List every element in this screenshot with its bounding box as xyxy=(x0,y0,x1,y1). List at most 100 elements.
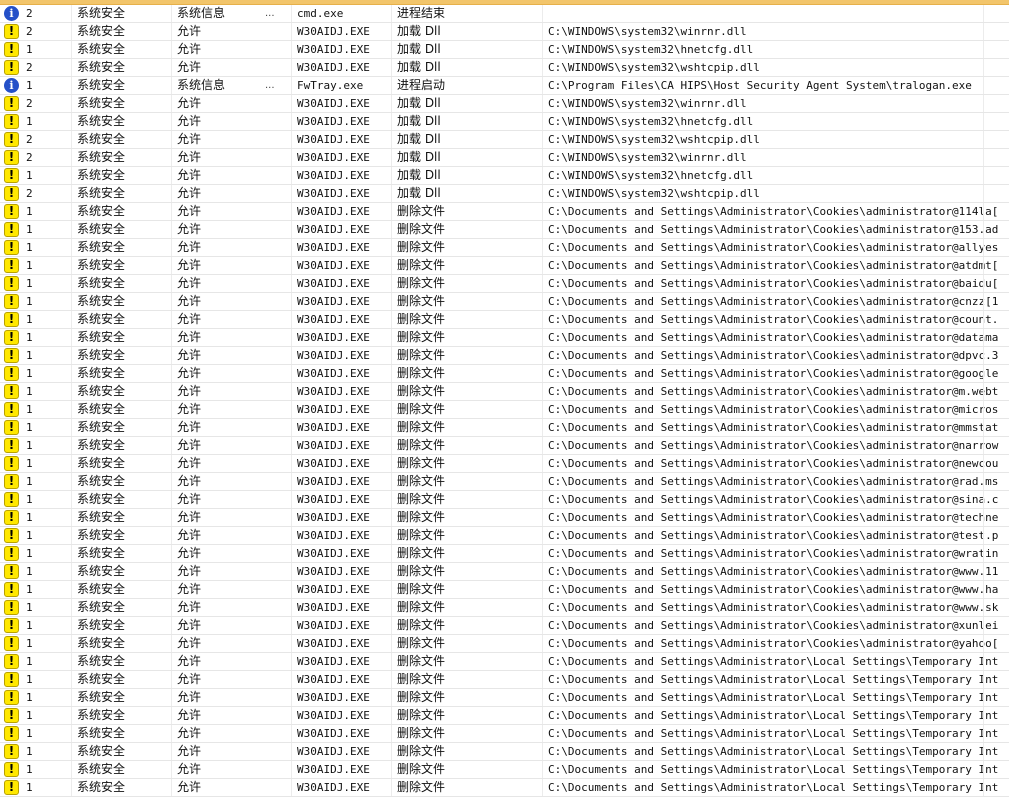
table-row[interactable]: ! 1 系统安全 允许 W30AIDJ.EXE 加载 Dll C:\WINDOW… xyxy=(0,113,1009,131)
column-divider[interactable] xyxy=(171,743,172,760)
column-divider[interactable] xyxy=(171,617,172,634)
column-divider[interactable] xyxy=(291,455,292,472)
table-row[interactable]: ! 1 系统安全 允许 W30AIDJ.EXE 删除文件 C:\Document… xyxy=(0,581,1009,599)
table-row[interactable]: ! 1 系统安全 允许 W30AIDJ.EXE 删除文件 C:\Document… xyxy=(0,347,1009,365)
table-row[interactable]: ! 1 系统安全 允许 W30AIDJ.EXE 删除文件 C:\Document… xyxy=(0,599,1009,617)
column-divider[interactable] xyxy=(542,437,543,454)
column-divider[interactable] xyxy=(391,527,392,544)
column-divider[interactable] xyxy=(71,185,72,202)
table-row[interactable]: ! 1 系统安全 允许 W30AIDJ.EXE 删除文件 C:\Document… xyxy=(0,689,1009,707)
column-divider[interactable] xyxy=(71,347,72,364)
column-divider[interactable] xyxy=(291,5,292,22)
column-divider[interactable] xyxy=(542,5,543,22)
column-divider[interactable] xyxy=(391,401,392,418)
column-divider[interactable] xyxy=(71,725,72,742)
column-divider[interactable] xyxy=(171,311,172,328)
column-divider[interactable] xyxy=(542,563,543,580)
column-divider[interactable] xyxy=(542,383,543,400)
column-divider[interactable] xyxy=(983,77,984,94)
column-divider[interactable] xyxy=(391,59,392,76)
column-divider[interactable] xyxy=(391,509,392,526)
table-row[interactable]: ! 1 系统安全 允许 W30AIDJ.EXE 删除文件 C:\Document… xyxy=(0,311,1009,329)
column-divider[interactable] xyxy=(171,185,172,202)
column-divider[interactable] xyxy=(171,257,172,274)
column-divider[interactable] xyxy=(983,131,984,148)
column-divider[interactable] xyxy=(542,509,543,526)
column-divider[interactable] xyxy=(171,599,172,616)
column-divider[interactable] xyxy=(391,707,392,724)
column-divider[interactable] xyxy=(171,455,172,472)
table-row[interactable]: ! 1 系统安全 允许 W30AIDJ.EXE 删除文件 C:\Document… xyxy=(0,401,1009,419)
column-divider[interactable] xyxy=(542,311,543,328)
column-divider[interactable] xyxy=(542,95,543,112)
column-divider[interactable] xyxy=(291,167,292,184)
column-divider[interactable] xyxy=(291,293,292,310)
table-row[interactable]: ! 1 系统安全 允许 W30AIDJ.EXE 删除文件 C:\Document… xyxy=(0,527,1009,545)
column-divider[interactable] xyxy=(291,221,292,238)
column-divider[interactable] xyxy=(71,59,72,76)
column-divider[interactable] xyxy=(171,23,172,40)
table-row[interactable]: ! 1 系统安全 允许 W30AIDJ.EXE 删除文件 C:\Document… xyxy=(0,725,1009,743)
column-divider[interactable] xyxy=(291,581,292,598)
column-divider[interactable] xyxy=(71,203,72,220)
column-divider[interactable] xyxy=(391,185,392,202)
column-divider[interactable] xyxy=(542,149,543,166)
column-divider[interactable] xyxy=(291,437,292,454)
column-divider[interactable] xyxy=(542,743,543,760)
column-divider[interactable] xyxy=(983,293,984,310)
column-divider[interactable] xyxy=(391,221,392,238)
column-divider[interactable] xyxy=(391,347,392,364)
table-row[interactable]: ! 1 系统安全 允许 W30AIDJ.EXE 删除文件 C:\Document… xyxy=(0,203,1009,221)
column-divider[interactable] xyxy=(391,239,392,256)
column-divider[interactable] xyxy=(291,365,292,382)
table-row[interactable]: ! 1 系统安全 允许 W30AIDJ.EXE 删除文件 C:\Document… xyxy=(0,257,1009,275)
column-divider[interactable] xyxy=(983,401,984,418)
column-divider[interactable] xyxy=(291,509,292,526)
column-divider[interactable] xyxy=(391,275,392,292)
column-divider[interactable] xyxy=(171,671,172,688)
table-row[interactable]: ! 1 系统安全 允许 W30AIDJ.EXE 删除文件 C:\Document… xyxy=(0,743,1009,761)
column-divider[interactable] xyxy=(171,383,172,400)
column-divider[interactable] xyxy=(171,221,172,238)
column-divider[interactable] xyxy=(983,689,984,706)
column-divider[interactable] xyxy=(291,527,292,544)
column-divider[interactable] xyxy=(391,383,392,400)
column-divider[interactable] xyxy=(171,77,172,94)
column-divider[interactable] xyxy=(171,131,172,148)
column-divider[interactable] xyxy=(71,311,72,328)
column-divider[interactable] xyxy=(71,41,72,58)
column-divider[interactable] xyxy=(983,455,984,472)
column-divider[interactable] xyxy=(391,743,392,760)
column-divider[interactable] xyxy=(71,365,72,382)
column-divider[interactable] xyxy=(171,419,172,436)
table-row[interactable]: ! 1 系统安全 允许 W30AIDJ.EXE 加载 Dll C:\WINDOW… xyxy=(0,167,1009,185)
column-divider[interactable] xyxy=(542,545,543,562)
table-row[interactable]: ! 2 系统安全 允许 W30AIDJ.EXE 加载 Dll C:\WINDOW… xyxy=(0,149,1009,167)
column-divider[interactable] xyxy=(291,239,292,256)
column-divider[interactable] xyxy=(171,689,172,706)
column-divider[interactable] xyxy=(391,437,392,454)
column-divider[interactable] xyxy=(391,581,392,598)
column-divider[interactable] xyxy=(983,707,984,724)
column-divider[interactable] xyxy=(542,221,543,238)
column-divider[interactable] xyxy=(983,95,984,112)
column-divider[interactable] xyxy=(71,779,72,796)
column-divider[interactable] xyxy=(291,329,292,346)
column-divider[interactable] xyxy=(171,5,172,22)
column-divider[interactable] xyxy=(542,275,543,292)
column-divider[interactable] xyxy=(983,59,984,76)
column-divider[interactable] xyxy=(71,275,72,292)
table-row[interactable]: ! 1 系统安全 允许 W30AIDJ.EXE 加载 Dll C:\WINDOW… xyxy=(0,41,1009,59)
column-divider[interactable] xyxy=(291,707,292,724)
table-row[interactable]: ! 1 系统安全 允许 W30AIDJ.EXE 删除文件 C:\Document… xyxy=(0,239,1009,257)
column-divider[interactable] xyxy=(983,203,984,220)
column-divider[interactable] xyxy=(983,113,984,130)
column-divider[interactable] xyxy=(542,617,543,634)
column-divider[interactable] xyxy=(171,239,172,256)
column-divider[interactable] xyxy=(291,311,292,328)
column-divider[interactable] xyxy=(391,455,392,472)
table-row[interactable]: ! 1 系统安全 允许 W30AIDJ.EXE 删除文件 C:\Document… xyxy=(0,419,1009,437)
column-divider[interactable] xyxy=(983,473,984,490)
column-divider[interactable] xyxy=(391,77,392,94)
column-divider[interactable] xyxy=(542,779,543,796)
